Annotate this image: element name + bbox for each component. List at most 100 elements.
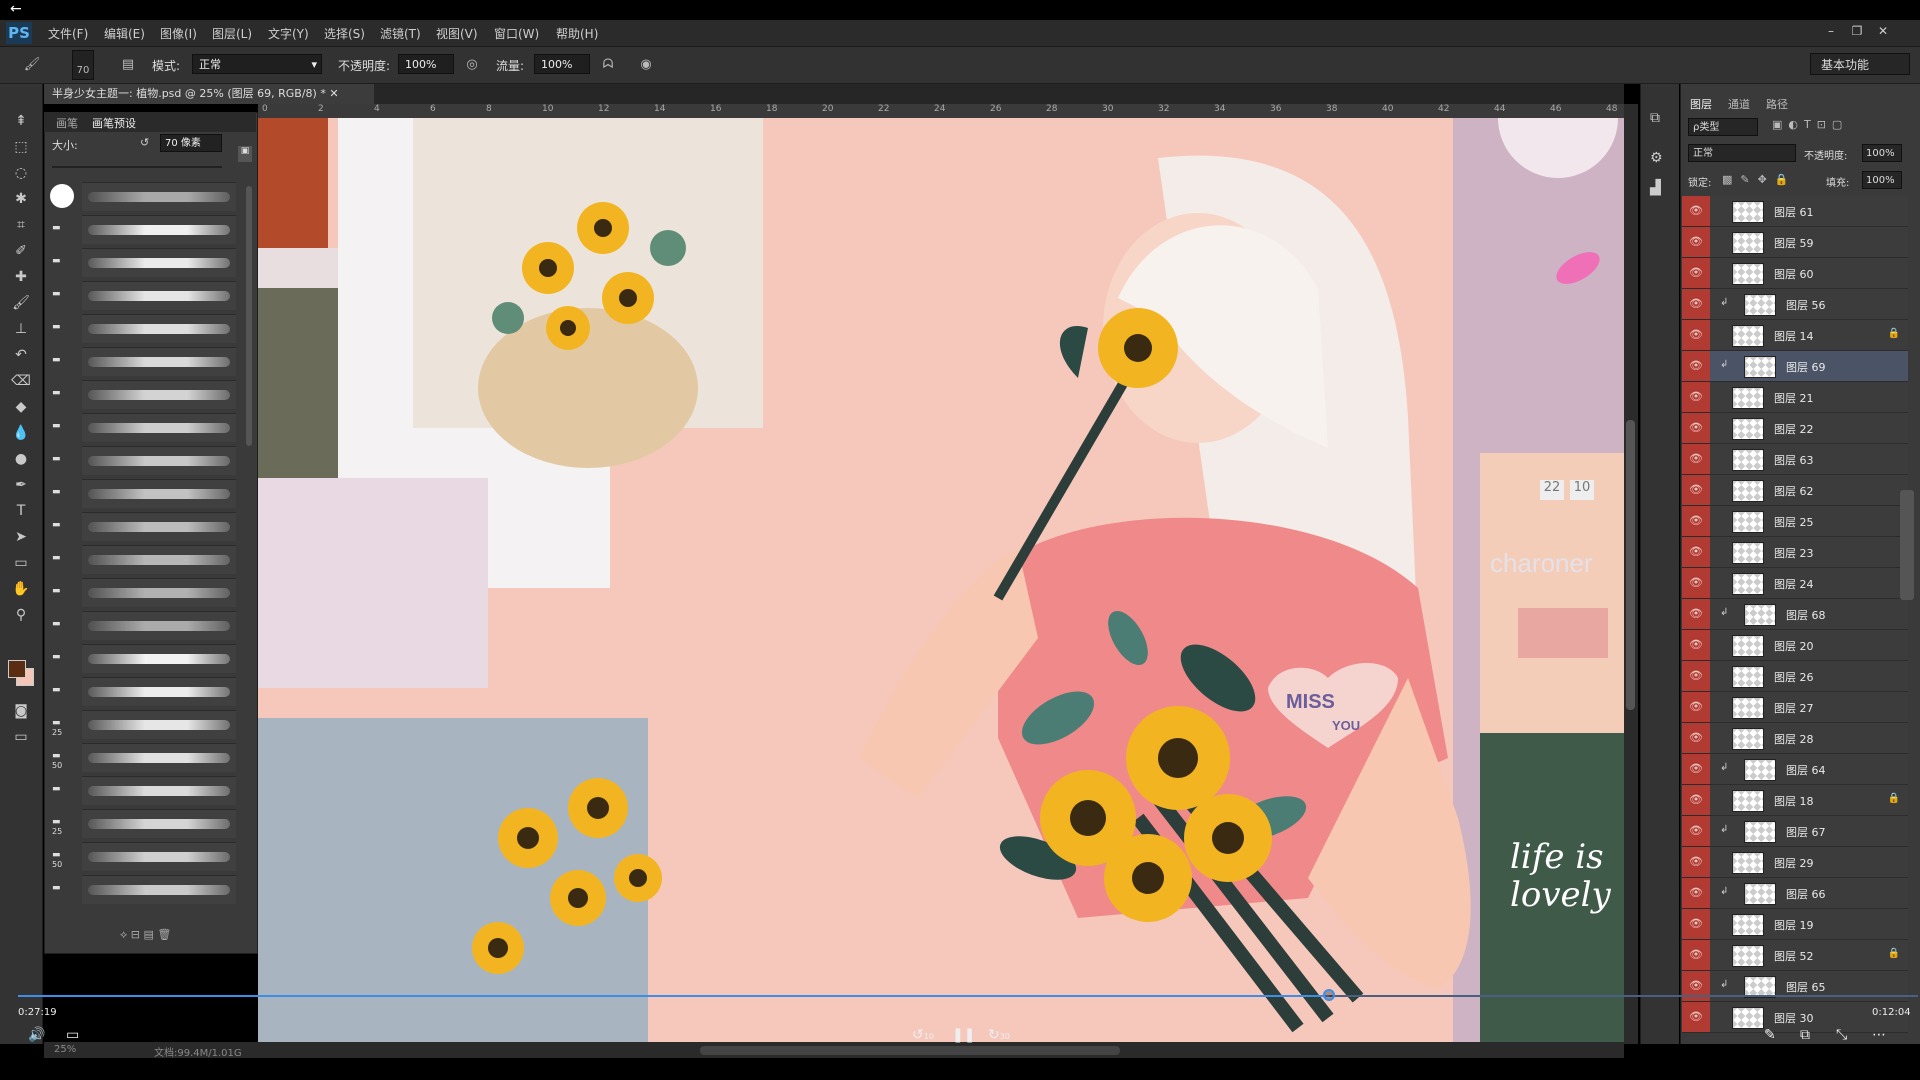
visibility-eye-icon[interactable]: 👁 xyxy=(1682,227,1710,257)
layer-row[interactable]: 👁 图层 19 xyxy=(1682,909,1908,940)
layer-row[interactable]: 👁 ↲ 图层 56 xyxy=(1682,289,1908,320)
eraser-tool-icon[interactable]: ⌫ xyxy=(8,370,34,392)
visibility-eye-icon[interactable]: 👁 xyxy=(1682,878,1710,908)
layer-thumbnail[interactable] xyxy=(1732,666,1764,688)
layer-thumbnail[interactable] xyxy=(1732,542,1764,564)
new-preset-icon[interactable]: ▣ xyxy=(238,146,252,162)
layer-filter-select[interactable]: ρ类型 xyxy=(1688,118,1758,136)
brush-preset-picker[interactable]: 70 xyxy=(72,50,94,80)
brush-preset[interactable] xyxy=(82,281,236,310)
layer-thumbnail[interactable] xyxy=(1732,573,1764,595)
brush-preset[interactable] xyxy=(82,842,236,871)
history-icon[interactable]: ⧉ xyxy=(1650,110,1660,126)
brush-preset[interactable] xyxy=(82,479,236,508)
move-tool-icon[interactable]: ⇞ xyxy=(8,110,34,132)
canvas[interactable]: MISS YOU charoner 22 10 life is lovely xyxy=(258,118,1624,1042)
layer-row[interactable]: 👁 ↲ 图层 64 xyxy=(1682,754,1908,785)
layer-thumbnail[interactable] xyxy=(1732,1007,1764,1029)
layer-row[interactable]: 👁 ↲ 图层 68 xyxy=(1682,599,1908,630)
visibility-eye-icon[interactable]: 👁 xyxy=(1682,1002,1710,1032)
visibility-eye-icon[interactable]: 👁 xyxy=(1682,413,1710,443)
visibility-eye-icon[interactable]: 👁 xyxy=(1682,289,1710,319)
layer-thumbnail[interactable] xyxy=(1732,914,1764,936)
layer-blend-select[interactable]: 正常 xyxy=(1688,144,1796,162)
airbrush-icon[interactable]: ᗣ xyxy=(598,55,618,75)
brush-preset[interactable] xyxy=(82,413,236,442)
visibility-eye-icon[interactable]: 👁 xyxy=(1682,940,1710,970)
workspace-select[interactable]: 基本功能 xyxy=(1810,53,1910,75)
visibility-eye-icon[interactable]: 👁 xyxy=(1682,351,1710,381)
layer-thumbnail[interactable] xyxy=(1744,759,1776,781)
brush-preset[interactable] xyxy=(82,710,236,739)
canvas-scroll-thumb[interactable] xyxy=(1626,420,1635,710)
menu-item-9[interactable]: 帮助(H) xyxy=(556,25,598,42)
pause-icon[interactable]: ❚❚ xyxy=(952,1027,975,1043)
rectangle-tool-icon[interactable]: ▭ xyxy=(8,552,34,574)
menu-item-6[interactable]: 滤镜(T) xyxy=(380,25,421,42)
layer-thumbnail[interactable] xyxy=(1732,201,1764,223)
flow-field[interactable]: 100% xyxy=(534,54,590,74)
brush-preset[interactable] xyxy=(82,380,236,409)
brush-preset[interactable] xyxy=(82,347,236,376)
histogram-icon[interactable]: ▟ xyxy=(1650,180,1661,196)
brush-panel-toggle-icon[interactable]: ▤ xyxy=(118,55,138,75)
pressure-opacity-icon[interactable]: ◎ xyxy=(462,55,482,75)
menu-item-1[interactable]: 编辑(E) xyxy=(104,25,145,42)
layers-scrollbar[interactable] xyxy=(1900,490,1914,600)
brush-preset[interactable] xyxy=(82,314,236,343)
layer-row[interactable]: 👁 图层 18 🔒 xyxy=(1682,785,1908,816)
layer-row[interactable]: 👁 图层 25 xyxy=(1682,506,1908,537)
layer-row[interactable]: 👁 图层 14 🔒 xyxy=(1682,320,1908,351)
size-slider[interactable] xyxy=(52,166,222,168)
menu-item-4[interactable]: 文字(Y) xyxy=(268,25,309,42)
layer-thumbnail[interactable] xyxy=(1732,480,1764,502)
layer-row[interactable]: 👁 图层 29 xyxy=(1682,847,1908,878)
tab-brush[interactable]: 画笔 xyxy=(56,115,78,131)
brush-preset[interactable] xyxy=(82,545,236,574)
brush-preset[interactable] xyxy=(82,875,236,904)
visibility-eye-icon[interactable]: 👁 xyxy=(1682,196,1710,226)
minimize-button[interactable]: – xyxy=(1820,22,1842,40)
visibility-eye-icon[interactable]: 👁 xyxy=(1682,568,1710,598)
layer-thumbnail[interactable] xyxy=(1744,294,1776,316)
history-brush-tool-icon[interactable]: ↶ xyxy=(8,344,34,366)
subtitle-icon[interactable]: ▭ xyxy=(66,1027,79,1043)
layer-row[interactable]: 👁 图层 61 xyxy=(1682,196,1908,227)
brush-preset[interactable] xyxy=(82,644,236,673)
menu-item-7[interactable]: 视图(V) xyxy=(436,25,478,42)
visibility-eye-icon[interactable]: 👁 xyxy=(1682,630,1710,660)
close-button[interactable]: ✕ xyxy=(1872,22,1894,40)
layer-thumbnail[interactable] xyxy=(1732,697,1764,719)
layer-row[interactable]: 👁 图层 26 xyxy=(1682,661,1908,692)
brush-preset[interactable] xyxy=(82,809,236,838)
video-progress-knob[interactable] xyxy=(1323,989,1335,1001)
brush-preset[interactable] xyxy=(82,512,236,541)
foreground-color-swatch[interactable] xyxy=(8,660,26,678)
layer-row[interactable]: 👁 图层 59 xyxy=(1682,227,1908,258)
more-icon[interactable]: ⋯ xyxy=(1872,1027,1886,1043)
layer-row[interactable]: 👁 图层 27 xyxy=(1682,692,1908,723)
brush-preset[interactable] xyxy=(82,611,236,640)
brush-preset[interactable] xyxy=(82,248,236,277)
paint-bucket-tool-icon[interactable]: ◆ xyxy=(8,396,34,418)
brush-tool-icon[interactable]: 🖌 xyxy=(22,55,42,75)
brush-panel-footer-icons[interactable]: ⟡ ⊟ ▤ 🗑 xyxy=(120,928,171,942)
brush-preset[interactable] xyxy=(82,776,236,805)
layer-thumbnail[interactable] xyxy=(1732,945,1764,967)
visibility-eye-icon[interactable]: 👁 xyxy=(1682,754,1710,784)
visibility-eye-icon[interactable]: 👁 xyxy=(1682,816,1710,846)
brush-tool-icon[interactable]: 🖌 xyxy=(8,292,34,314)
brush-preset[interactable] xyxy=(82,182,236,211)
path-select-tool-icon[interactable]: ➤ xyxy=(8,526,34,548)
layer-row[interactable]: 👁 图层 23 xyxy=(1682,537,1908,568)
layer-row[interactable]: 👁 图层 62 xyxy=(1682,475,1908,506)
tab-layers[interactable]: 图层 xyxy=(1690,96,1712,112)
zoom-tool-icon[interactable]: ⚲ xyxy=(8,604,34,626)
menu-item-3[interactable]: 图层(L) xyxy=(212,25,252,42)
exit-fullscreen-icon[interactable]: ⤡ xyxy=(1836,1027,1847,1043)
opacity-field[interactable]: 100% xyxy=(398,54,454,74)
layer-thumbnail[interactable] xyxy=(1732,852,1764,874)
pressure-size-icon[interactable]: ◉ xyxy=(636,55,656,75)
visibility-eye-icon[interactable]: 👁 xyxy=(1682,320,1710,350)
reset-size-icon[interactable]: ↺ xyxy=(140,136,149,149)
